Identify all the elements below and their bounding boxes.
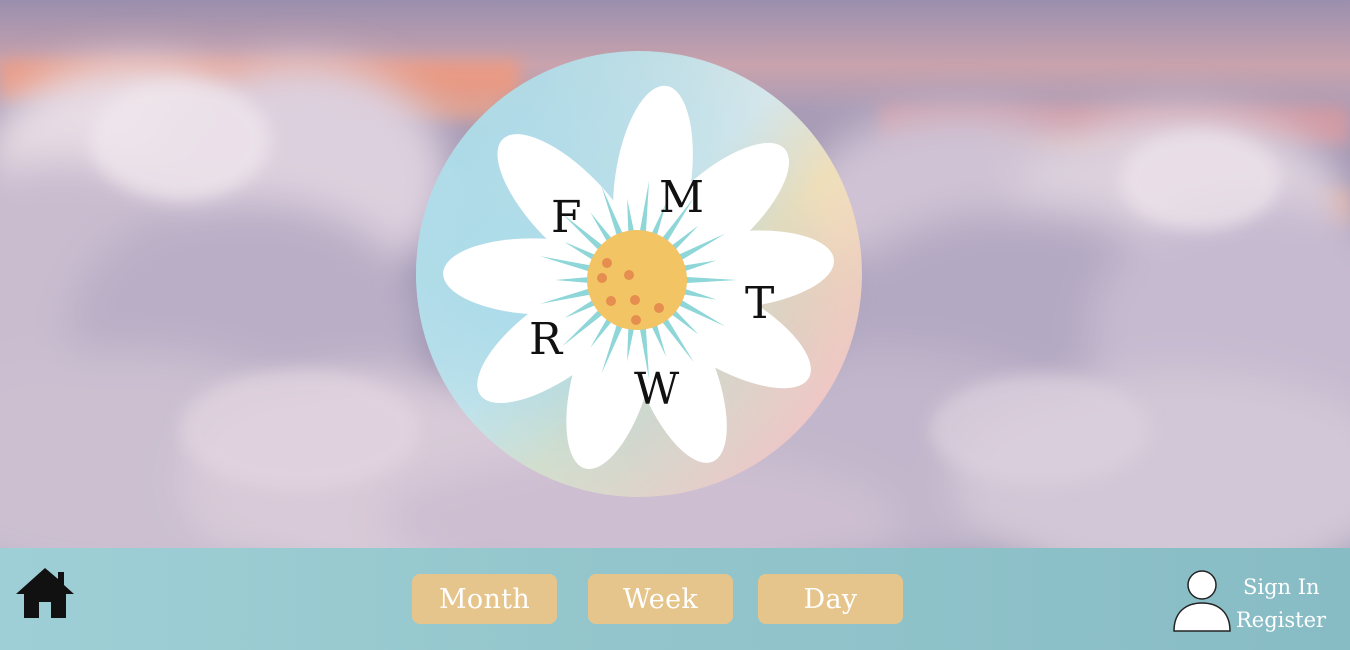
day-view-button[interactable]: Day — [758, 574, 903, 624]
logo-letter-w: W — [634, 364, 680, 415]
home-icon[interactable] — [14, 566, 76, 620]
week-view-button[interactable]: Week — [588, 574, 733, 624]
logo-letter-f: F — [551, 192, 582, 243]
home-page: M T W R F Month Week Day Sign In Registe… — [0, 0, 1350, 650]
logo-letter-r: R — [529, 314, 564, 365]
sign-in-link[interactable]: Sign In — [1243, 575, 1320, 599]
register-link[interactable]: Register — [1236, 608, 1326, 632]
month-view-button[interactable]: Month — [412, 574, 557, 624]
logo-letter-t: T — [745, 278, 774, 329]
logo-letter-m: M — [659, 172, 704, 223]
bottom-nav-bar: Month Week Day Sign In Register — [0, 548, 1350, 650]
daisy-logo[interactable]: M T W R F — [415, 50, 863, 498]
user-icon[interactable] — [1172, 568, 1232, 634]
